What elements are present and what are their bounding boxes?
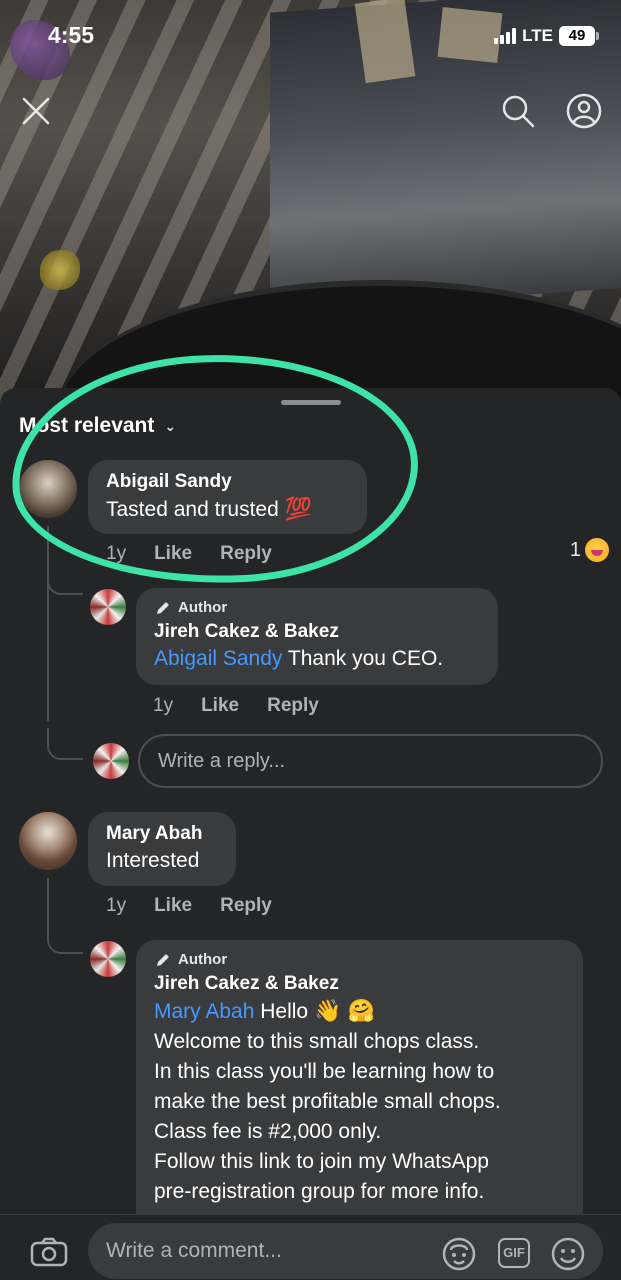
comment-age[interactable]: 1y xyxy=(153,695,173,717)
comment-text: Interested xyxy=(106,849,200,872)
profile-icon[interactable] xyxy=(566,93,602,129)
comment-actions: 1y Like Reply xyxy=(106,895,272,917)
mention-link[interactable]: Abigail Sandy xyxy=(154,647,282,670)
thread-line xyxy=(47,526,49,721)
thread-connector xyxy=(47,926,83,954)
reply-input[interactable]: Write a reply... xyxy=(138,734,603,788)
comment-placeholder: Write a comment... xyxy=(106,1239,282,1262)
comment-composer: Write a comment... GIF xyxy=(0,1214,621,1280)
commenter-name[interactable]: Abigail Sandy xyxy=(106,470,349,494)
sheet-grabber[interactable] xyxy=(281,400,341,405)
commenter-name[interactable]: Jireh Cakez & Bakez xyxy=(154,620,480,644)
avatar[interactable] xyxy=(19,460,77,518)
reply-bubble[interactable]: Author Jireh Cakez & Bakez Abigail Sandy… xyxy=(136,588,498,685)
search-icon[interactable] xyxy=(500,93,536,129)
comment-bubble[interactable]: Mary Abah Interested xyxy=(88,812,236,886)
reply-button[interactable]: Reply xyxy=(220,895,272,917)
comment-actions: 1y Like Reply xyxy=(153,695,319,717)
author-label: Author xyxy=(178,951,228,968)
reply-button[interactable]: Reply xyxy=(220,543,272,565)
network-type: LTE xyxy=(522,26,553,45)
reaction-summary[interactable]: 1 xyxy=(570,538,609,562)
author-badge: Author xyxy=(154,950,565,970)
mention-link[interactable]: Mary Abah xyxy=(154,1000,254,1023)
status-bar: 4:55 LTE 49 xyxy=(0,0,621,75)
signal-icon xyxy=(494,28,517,44)
comment-line: Welcome to this small chops class. xyxy=(154,1030,480,1053)
comment-line: In this class you'll be learning how to xyxy=(154,1060,495,1083)
thread-connector xyxy=(47,728,83,760)
sort-dropdown[interactable]: Most relevant ⌄ xyxy=(19,414,176,438)
comment-line: pre-registration group for more info. xyxy=(154,1180,485,1203)
wave-hug-emoji: 👋 🤗 xyxy=(313,998,375,1023)
reply-button[interactable]: Reply xyxy=(267,695,319,717)
avatar-sticker-icon[interactable] xyxy=(442,1237,476,1271)
pencil-icon xyxy=(157,954,169,966)
close-icon[interactable] xyxy=(20,95,52,127)
comments-sheet: Most relevant ⌄ Abigail Sandy Tasted and… xyxy=(0,388,621,1280)
commenter-name[interactable]: Jireh Cakez & Bakez xyxy=(154,972,565,996)
avatar[interactable] xyxy=(19,812,77,870)
like-button[interactable]: Like xyxy=(154,543,192,565)
comment-text: Mary Abah Hello 👋 🤗 xyxy=(154,996,565,1027)
avatar[interactable] xyxy=(90,941,126,977)
author-label: Author xyxy=(178,599,228,616)
status-time: 4:55 xyxy=(48,22,95,48)
author-badge: Author xyxy=(154,598,480,618)
commenter-name[interactable]: Mary Abah xyxy=(106,822,218,846)
comment-age[interactable]: 1y xyxy=(106,543,126,565)
reply-bubble[interactable]: Author Jireh Cakez & Bakez Mary Abah Hel… xyxy=(136,940,583,1230)
avatar[interactable] xyxy=(90,589,126,625)
comment-line: Class fee is #2,000 only. xyxy=(154,1120,382,1143)
battery-indicator: 49 xyxy=(559,26,599,46)
like-button[interactable]: Like xyxy=(154,895,192,917)
comment-text: Tasted and trusted 💯 xyxy=(106,494,349,525)
gif-icon[interactable]: GIF xyxy=(498,1238,530,1268)
avatar xyxy=(93,743,129,779)
sort-label: Most relevant xyxy=(19,414,155,437)
hundred-emoji: 💯 xyxy=(284,496,313,521)
camera-icon[interactable] xyxy=(30,1237,68,1267)
care-reaction-icon xyxy=(585,538,609,562)
pencil-icon xyxy=(157,602,169,614)
comment-bubble[interactable]: Abigail Sandy Tasted and trusted 💯 xyxy=(88,460,367,534)
comment-age[interactable]: 1y xyxy=(106,895,126,917)
reaction-count: 1 xyxy=(569,538,581,561)
like-button[interactable]: Like xyxy=(201,695,239,717)
thread-connector xyxy=(47,573,83,595)
comment-line: Follow this link to join my WhatsApp xyxy=(154,1150,489,1173)
comment-text: Abigail Sandy Thank you CEO. xyxy=(154,647,444,670)
comment-actions: 1y Like Reply xyxy=(106,543,272,565)
comment-line: make the best profitable small chops. xyxy=(154,1090,501,1113)
emoji-icon[interactable] xyxy=(551,1237,585,1271)
chevron-down-icon: ⌄ xyxy=(164,417,177,434)
